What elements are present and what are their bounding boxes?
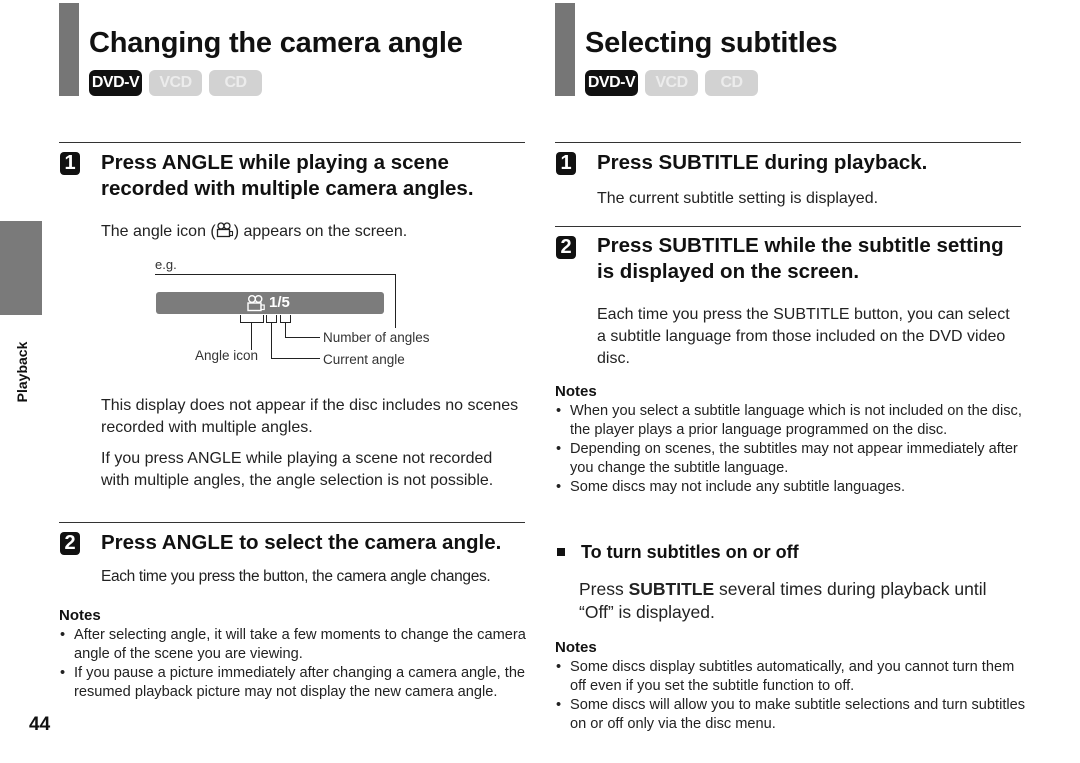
divider [555, 142, 1021, 143]
step-number-badge: 1 [556, 152, 576, 175]
badge-vcd: VCD [645, 70, 698, 96]
note-item: If you pause a picture immediately after… [59, 664, 531, 702]
page-number: 44 [29, 714, 51, 735]
divider [555, 226, 1021, 227]
divider [59, 522, 525, 523]
notes-title: Notes [555, 639, 597, 656]
notes-list: When you select a subtitle language whic… [555, 402, 1027, 497]
notes-title: Notes [59, 607, 101, 624]
angle-value: 1/5 [269, 294, 290, 311]
badge-cd: CD [209, 70, 262, 96]
note-item: Depending on scenes, the subtitles may n… [555, 440, 1027, 478]
notes-list: Some discs display subtitles automatical… [555, 658, 1027, 734]
step-description: The angle icon () appears on the screen. [101, 221, 521, 245]
page-title-left: Changing the camera angle [89, 27, 463, 59]
step-description: Each time you press the SUBTITLE button,… [597, 306, 1010, 367]
title-accent-bar [555, 3, 575, 96]
note-item: After selecting angle, it will take a fe… [59, 626, 531, 664]
step-number-badge: 2 [556, 236, 576, 259]
notes-list: After selecting angle, it will take a fe… [59, 626, 531, 702]
label-number-of-angles: Number of angles [323, 330, 430, 345]
note-item: When you select a subtitle language whic… [555, 402, 1027, 440]
badge-cd: CD [705, 70, 758, 96]
divider [59, 142, 525, 143]
note-item: Some discs will allow you to make subtit… [555, 696, 1027, 734]
angle-osd-bar: 1/5 [156, 292, 384, 314]
badge-dvd-v: DVD-V [585, 70, 638, 96]
note-item: Some discs may not include any subtitle … [555, 478, 1027, 497]
step-number-badge: 2 [60, 532, 80, 555]
badge-vcd: VCD [149, 70, 202, 96]
camera-angle-icon [246, 294, 266, 312]
step-heading: Press ANGLE to select the camera angle. [101, 531, 502, 554]
subsection-text: Press SUBTITLE several times during play… [579, 579, 987, 622]
step-number-badge: 1 [60, 152, 80, 175]
disc-badges-left: DVD-V VCD CD [89, 70, 262, 96]
title-accent-bar [59, 3, 79, 96]
left-paragraphs: This display does not appear if the disc… [101, 395, 521, 501]
label-angle-icon: Angle icon [195, 348, 259, 363]
page-title-right: Selecting subtitles [585, 27, 838, 59]
square-bullet-icon [557, 548, 565, 556]
step-description: The current subtitle setting is displaye… [597, 190, 879, 207]
label-current-angle: Current angle [323, 352, 405, 367]
note-item: Some discs display subtitles automatical… [555, 658, 1027, 696]
section-tab-label: Playback [14, 341, 30, 403]
subsection-heading: To turn subtitles on or off [581, 542, 799, 562]
step-heading: Press SUBTITLE during playback. [597, 151, 928, 174]
paragraph: This display does not appear if the disc… [101, 397, 519, 436]
badge-dvd-v: DVD-V [89, 70, 142, 96]
notes-title: Notes [555, 383, 597, 400]
step-heading: Press ANGLE while playing a scene record… [101, 151, 474, 200]
angle-display-diagram: e.g. 1/5 Number of angles Angle icon Cur… [150, 255, 450, 375]
paragraph: If you press ANGLE while playing a scene… [101, 450, 494, 489]
section-tab [0, 221, 42, 315]
camera-angle-icon [216, 222, 234, 245]
disc-badges-right: DVD-V VCD CD [585, 70, 758, 96]
step-heading: Press SUBTITLE while the subtitle settin… [597, 234, 1004, 283]
step-description: Each time you press the button, the came… [101, 568, 491, 585]
